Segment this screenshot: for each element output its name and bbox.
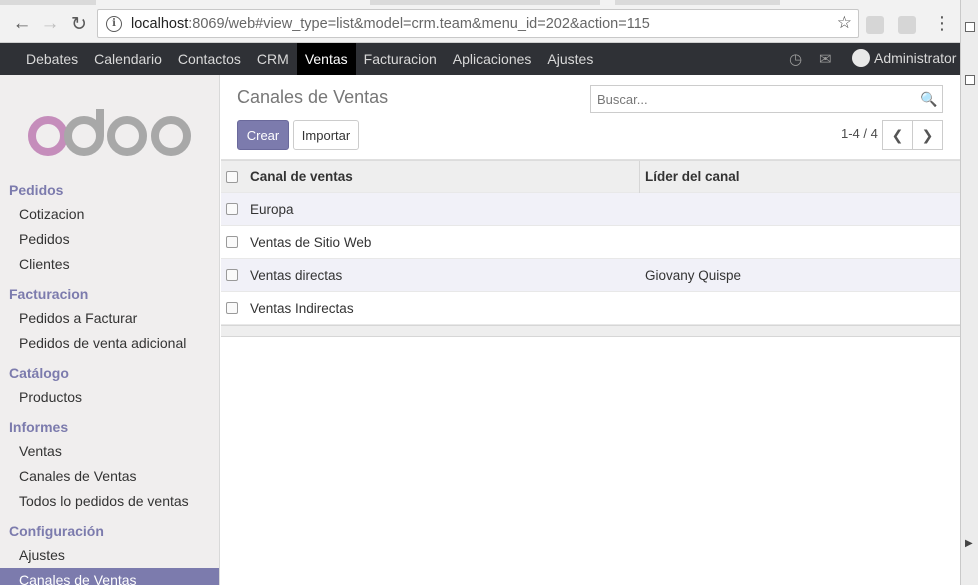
sidebar-item-productos[interactable]: Productos — [0, 385, 219, 410]
list-view: Canal de ventas Líder del canal Europa V… — [221, 160, 960, 337]
main-content: Canales de Ventas 🔍 Crear Importar 1-4 /… — [221, 75, 960, 585]
sidebar-group-pedidos: Pedidos Cotizacion Pedidos Clientes — [0, 178, 219, 277]
column-header-canal[interactable]: Canal de ventas — [250, 169, 353, 184]
sidebar-item-pedidos-venta-adicional[interactable]: Pedidos de venta adicional — [0, 331, 219, 356]
back-icon[interactable]: ← — [9, 11, 35, 37]
window-control-icon — [965, 22, 975, 32]
sidebar-item-cotizacion[interactable]: Cotizacion — [0, 202, 219, 227]
extension-icon[interactable] — [898, 16, 916, 34]
table-footer — [221, 325, 960, 337]
pager-next-button[interactable]: ❯ — [912, 120, 943, 150]
scroll-arrow-icon[interactable]: ▶ — [965, 538, 973, 549]
create-button[interactable]: Crear — [237, 120, 289, 150]
sidebar-item-todos-pedidos[interactable]: Todos lo pedidos de ventas — [0, 489, 219, 514]
column-divider[interactable] — [639, 161, 640, 194]
window-control-icon — [965, 75, 975, 85]
table-row[interactable]: Ventas Indirectas — [221, 292, 960, 325]
nav-item-ajustes[interactable]: Ajustes — [539, 43, 601, 75]
sidebar-section-title: Informes — [9, 419, 69, 435]
row-checkbox[interactable] — [226, 236, 238, 248]
reload-icon[interactable]: ↻ — [66, 11, 92, 37]
row-checkbox[interactable] — [226, 302, 238, 314]
bookmark-star-icon[interactable]: ☆ — [837, 13, 852, 33]
sidebar: Pedidos Cotizacion Pedidos Clientes Fact… — [0, 75, 220, 585]
pager-previous-button[interactable]: ❮ — [882, 120, 913, 150]
browser-toolbar: ← → ↻ i localhost:8069/web#view_type=lis… — [0, 5, 960, 43]
user-menu[interactable]: Administrator — [852, 49, 956, 67]
user-name: Administrator — [874, 50, 957, 66]
chat-icon[interactable]: ✉ — [819, 50, 832, 68]
nav-item-debates[interactable]: Debates — [18, 43, 86, 75]
cell-lider: Giovany Quispe — [645, 267, 742, 283]
avatar — [852, 49, 870, 67]
pager-value[interactable]: 1-4 / 4 — [841, 126, 878, 141]
search-box: 🔍 — [590, 85, 943, 113]
sidebar-section-title: Catálogo — [9, 365, 69, 381]
sidebar-item-ventas[interactable]: Ventas — [0, 439, 219, 464]
column-header-lider[interactable]: Líder del canal — [645, 169, 740, 184]
control-panel: Canales de Ventas 🔍 Crear Importar 1-4 /… — [221, 75, 960, 160]
sidebar-item-clientes[interactable]: Clientes — [0, 252, 219, 277]
nav-item-facturacion[interactable]: Facturacion — [356, 43, 445, 75]
sidebar-item-pedidos[interactable]: Pedidos — [0, 227, 219, 252]
extension-icon[interactable] — [866, 16, 884, 34]
select-all-checkbox[interactable] — [226, 171, 238, 183]
forward-icon[interactable]: → — [37, 11, 63, 37]
main-navbar: Debates Calendario Contactos CRM Ventas … — [0, 43, 960, 75]
odoo-logo — [28, 109, 191, 156]
address-bar[interactable]: i localhost:8069/web#view_type=list&mode… — [97, 9, 859, 38]
sidebar-group-configuracion: Configuración Ajustes Canales de Ventas — [0, 519, 219, 585]
sidebar-item-pedidos-a-facturar[interactable]: Pedidos a Facturar — [0, 306, 219, 331]
sidebar-section-title: Pedidos — [9, 182, 64, 198]
url-text[interactable]: localhost:8069/web#view_type=list&model=… — [131, 16, 650, 32]
cell-canal: Ventas de Sitio Web — [250, 234, 372, 250]
chevron-left-icon: ❮ — [891, 126, 904, 143]
sidebar-group-informes: Informes Ventas Canales de Ventas Todos … — [0, 415, 219, 514]
sidebar-item-ajustes[interactable]: Ajustes — [0, 543, 219, 568]
app-menu: Debates Calendario Contactos CRM Ventas … — [18, 43, 601, 75]
nav-item-ventas[interactable]: Ventas — [296, 43, 356, 75]
table-row[interactable]: Ventas de Sitio Web — [221, 226, 960, 259]
browser-menu-icon[interactable]: ⋮ — [933, 14, 951, 32]
nav-item-calendario[interactable]: Calendario — [86, 43, 170, 75]
cell-canal: Europa — [250, 201, 294, 217]
import-button[interactable]: Importar — [293, 120, 359, 150]
sidebar-group-facturacion: Facturacion Pedidos a Facturar Pedidos d… — [0, 282, 219, 356]
page-title: Canales de Ventas — [237, 87, 389, 107]
cell-canal: Ventas directas — [250, 267, 343, 283]
sidebar-section-title: Facturacion — [9, 286, 89, 302]
site-info-icon[interactable]: i — [106, 15, 122, 32]
nav-item-crm[interactable]: CRM — [249, 43, 297, 75]
search-icon[interactable]: 🔍 — [920, 91, 942, 108]
clock-icon[interactable]: ◷ — [789, 50, 802, 68]
search-input[interactable] — [591, 86, 920, 112]
sidebar-section-title: Configuración — [9, 523, 104, 539]
row-checkbox[interactable] — [226, 203, 238, 215]
table-header: Canal de ventas Líder del canal — [221, 160, 960, 194]
row-checkbox[interactable] — [226, 269, 238, 281]
table-row[interactable]: Ventas directas Giovany Quispe — [221, 259, 960, 292]
cell-canal: Ventas Indirectas — [250, 300, 354, 316]
nav-item-aplicaciones[interactable]: Aplicaciones — [445, 43, 540, 75]
background-window-edge: ▶ — [960, 0, 978, 585]
sidebar-group-catalogo: Catálogo Productos — [0, 361, 219, 410]
nav-item-contactos[interactable]: Contactos — [170, 43, 249, 75]
sidebar-item-canales-de-ventas-informe[interactable]: Canales de Ventas — [0, 464, 219, 489]
chevron-right-icon: ❯ — [921, 126, 934, 143]
table-row[interactable]: Europa — [221, 193, 960, 226]
sidebar-item-canales-de-ventas[interactable]: Canales de Ventas — [0, 568, 219, 585]
